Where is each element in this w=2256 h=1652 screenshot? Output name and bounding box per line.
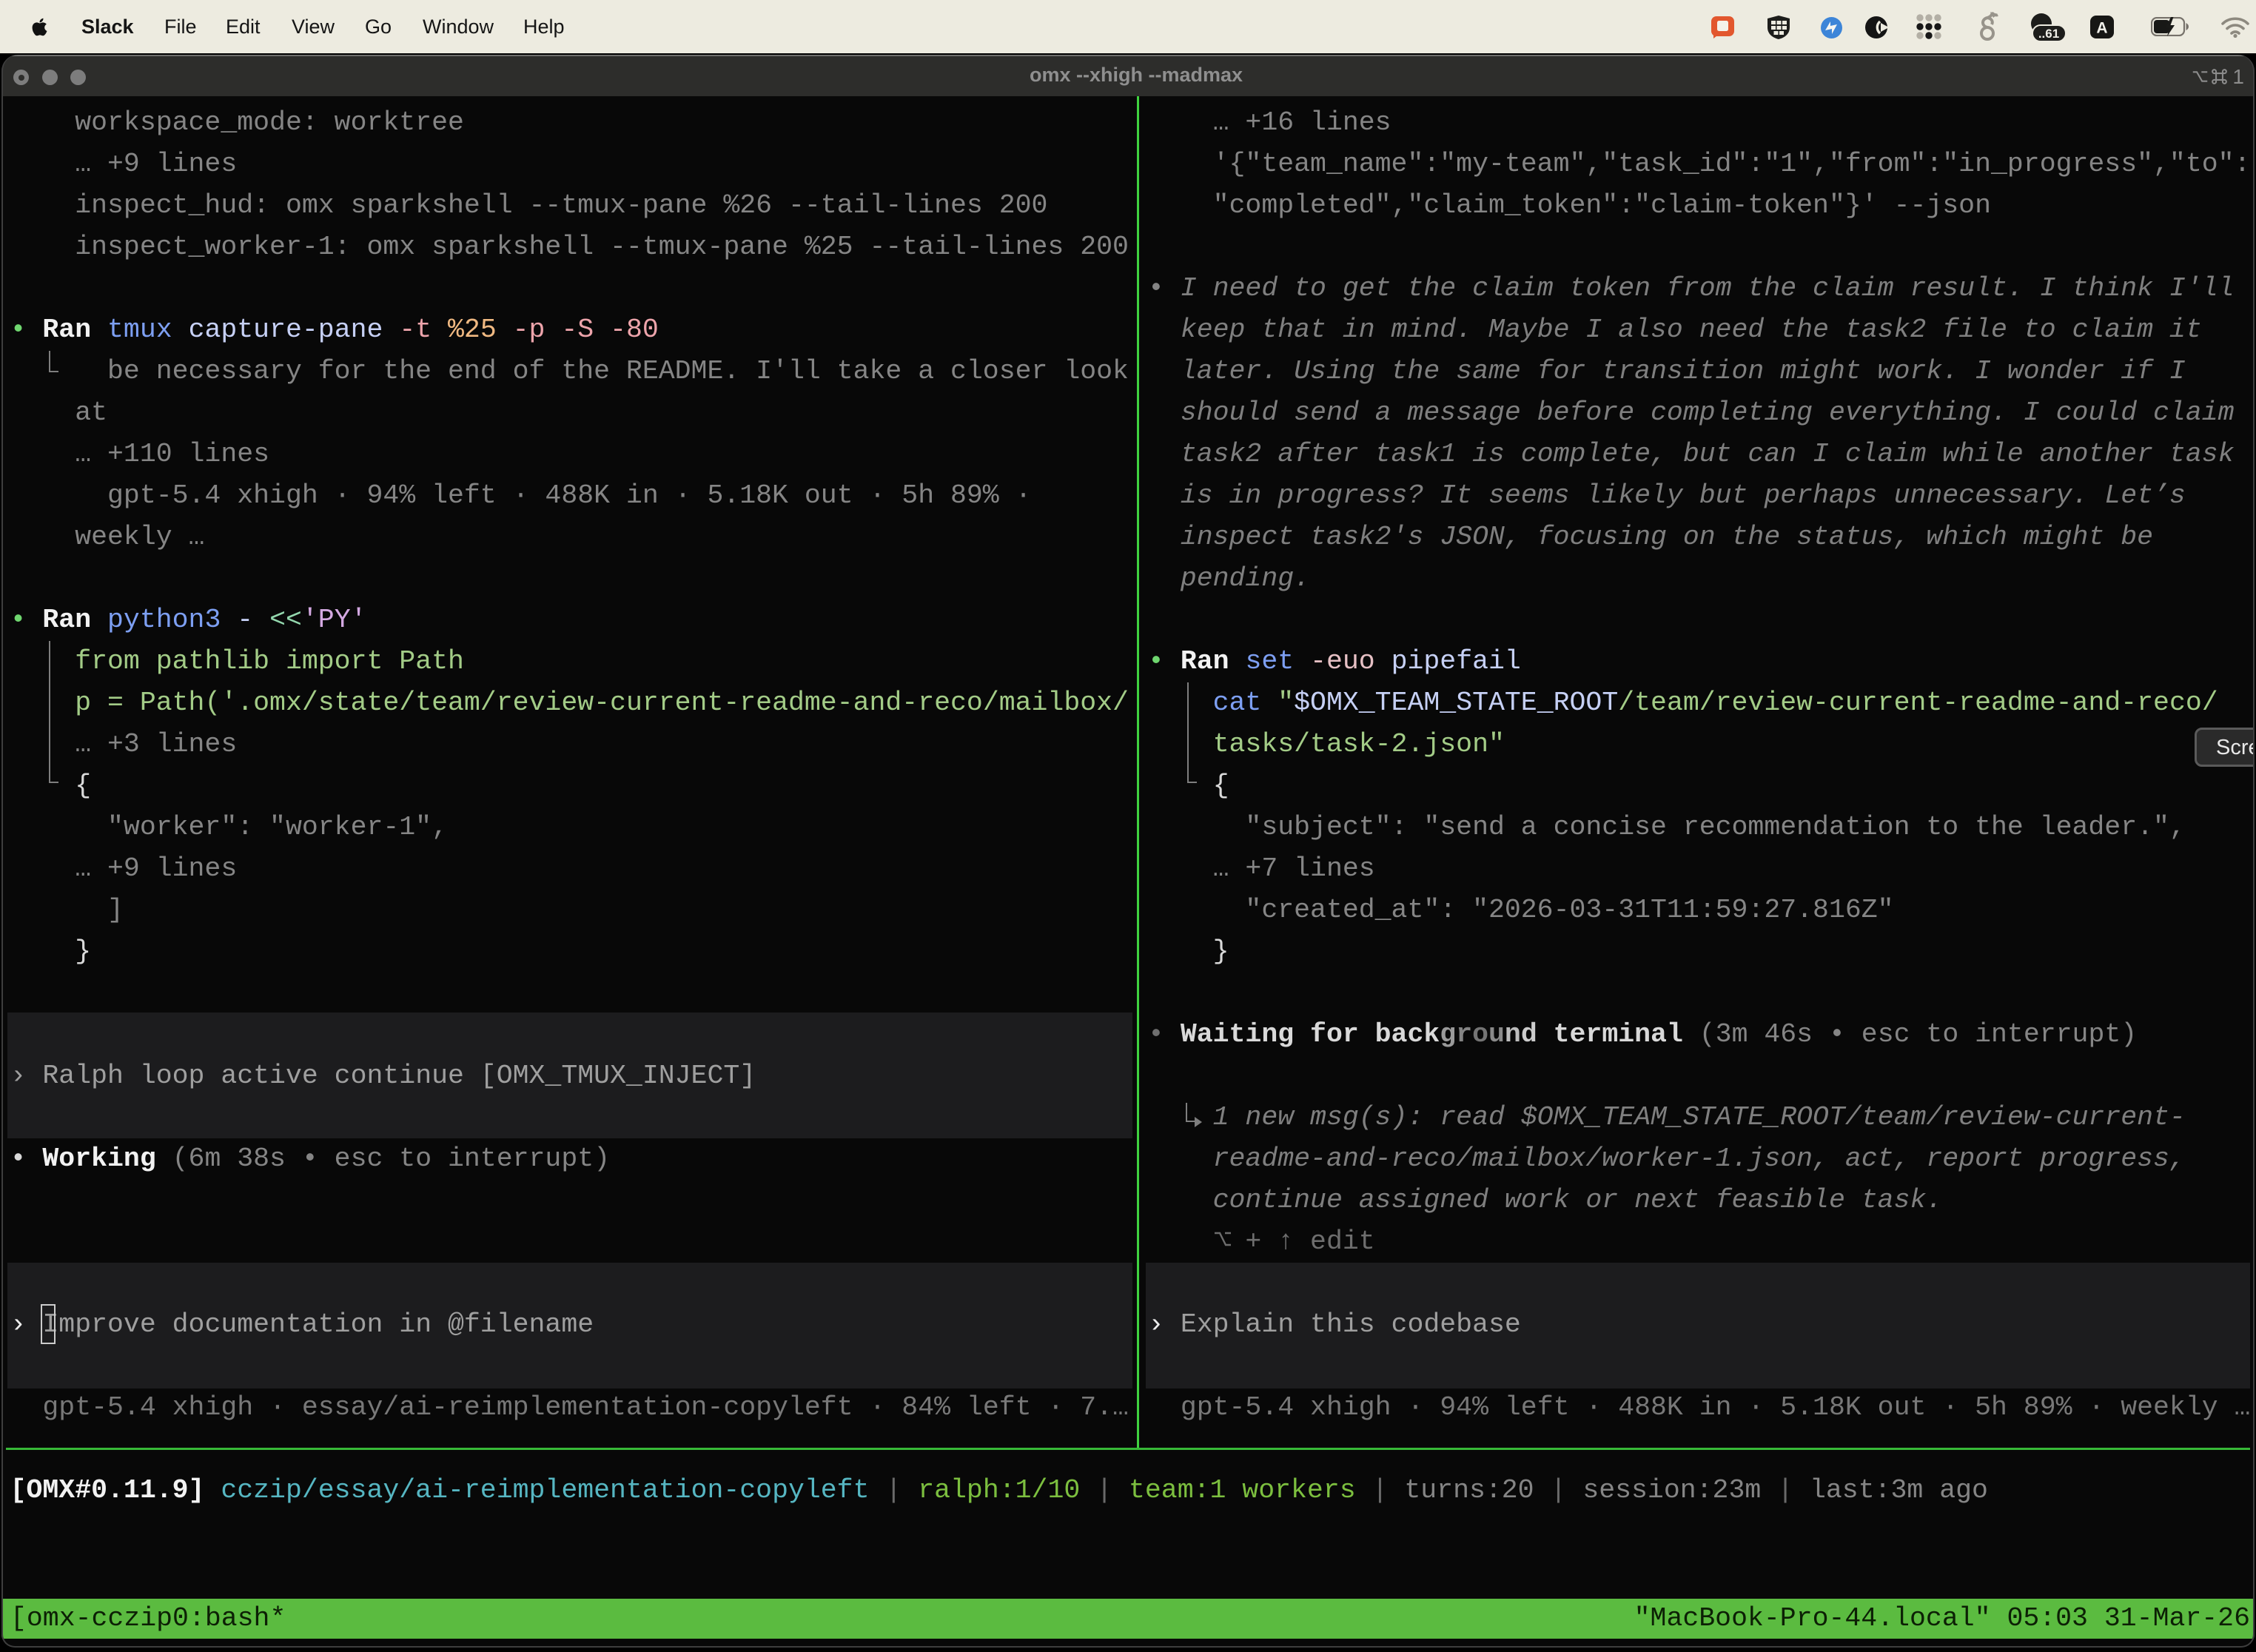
svg-text:A: A (2096, 20, 2107, 37)
svg-text:..61: ..61 (2038, 27, 2059, 41)
